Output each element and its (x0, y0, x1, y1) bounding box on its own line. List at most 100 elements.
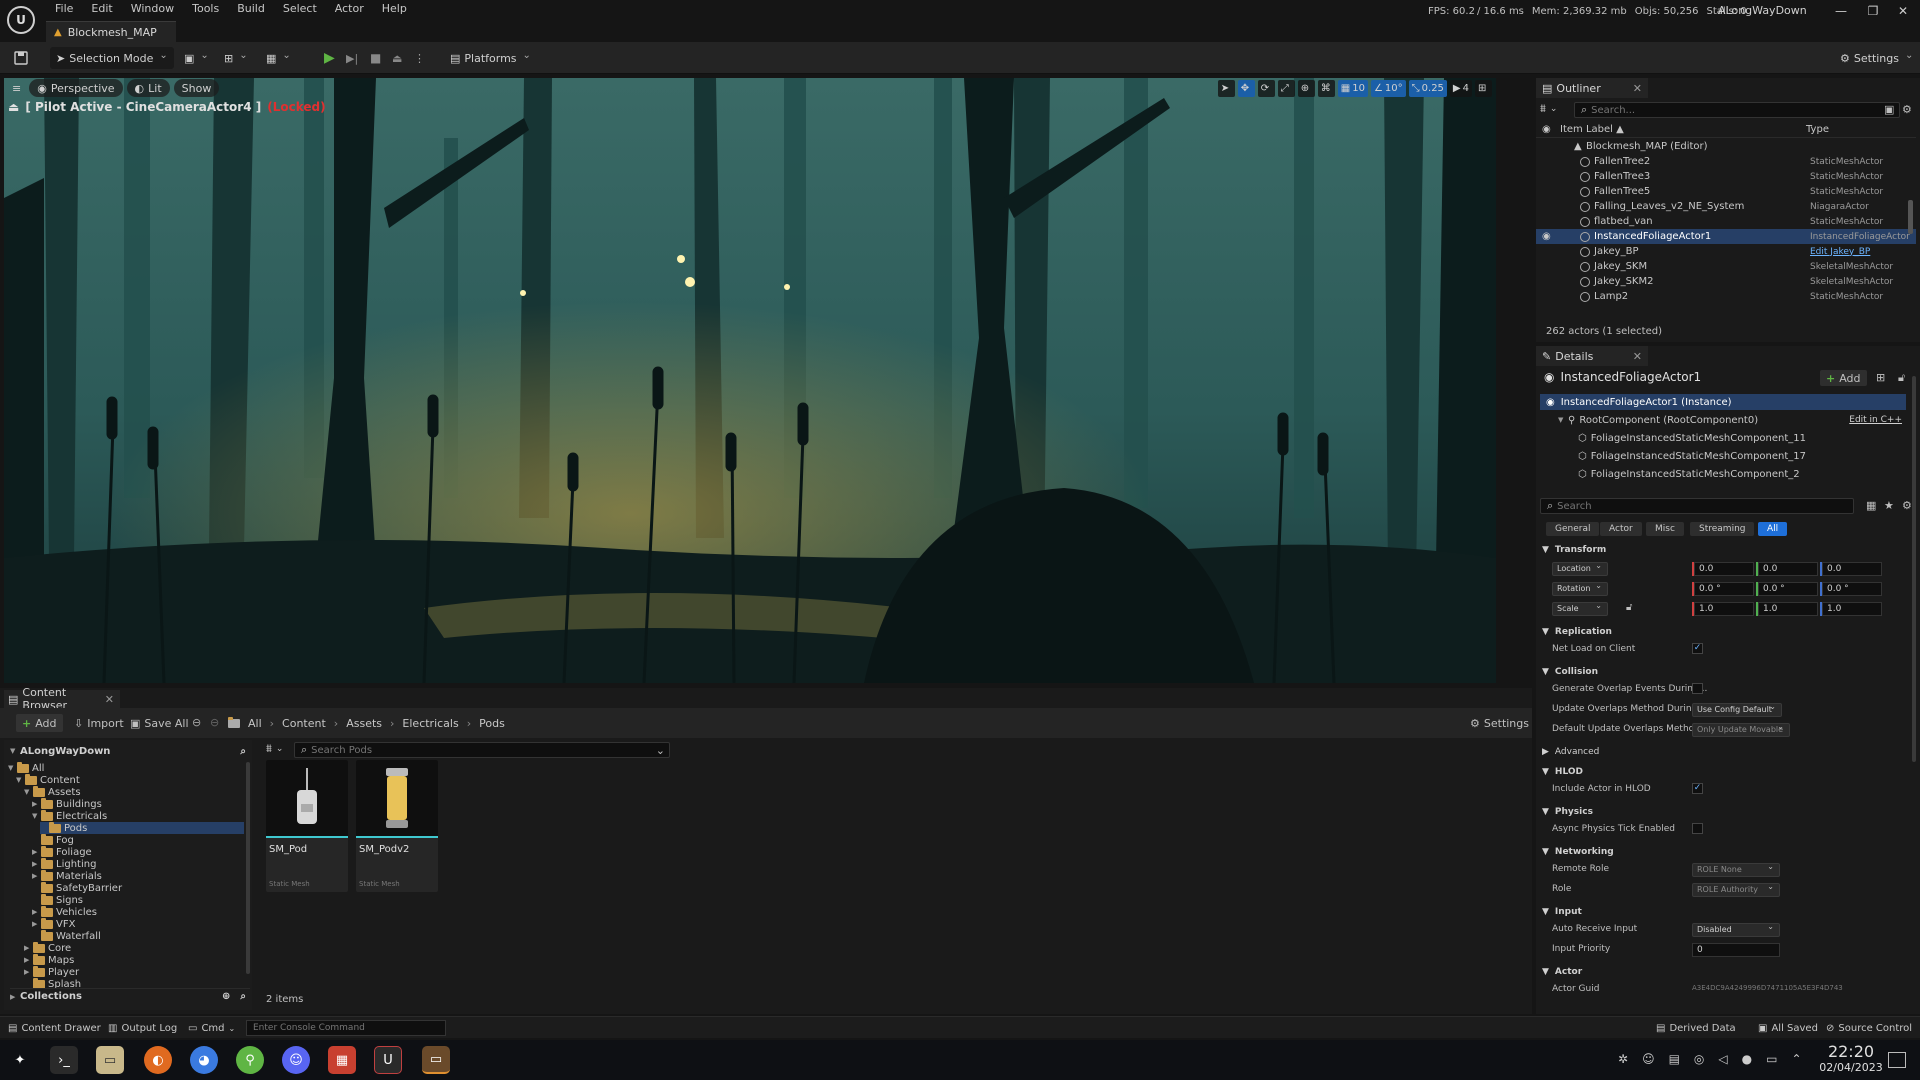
scale-z[interactable]: 1.0 (1822, 602, 1882, 616)
expand-icon[interactable]: ▼ (32, 812, 38, 820)
include-hlod-checkbox[interactable]: ✓ (1692, 783, 1703, 794)
role-dropdown[interactable]: ROLE Authority (1692, 881, 1780, 897)
section-advanced[interactable]: ▶ Advanced (1536, 744, 1906, 760)
filter-misc[interactable]: Misc (1646, 522, 1684, 536)
save-icon[interactable] (8, 47, 34, 69)
tree-item-core[interactable]: ▶ Core (24, 941, 71, 954)
scale-dropdown[interactable]: Scale (1552, 600, 1608, 616)
update-overlap-dropdown[interactable]: Use Config Default (1692, 701, 1782, 717)
camera-speed-button[interactable]: ▶ 4 (1449, 80, 1472, 97)
asset-search[interactable]: ⌕ ⌄ (294, 742, 670, 758)
rotate-tool-icon[interactable]: ⟳ (1257, 80, 1275, 97)
breadcrumb-pods[interactable]: Pods (479, 717, 505, 730)
save-all-button[interactable]: ▣ Save All (130, 714, 189, 732)
component-foliage-17[interactable]: ⬡ FoliageInstancedStaticMeshComponent_17 (1540, 448, 1906, 464)
discord-icon[interactable]: ☺ (282, 1046, 310, 1074)
details-search[interactable]: ⌕ (1540, 498, 1854, 514)
more-options-icon[interactable]: ⋮ (408, 47, 431, 69)
outliner-row[interactable]: Falling_Leaves_v2_NE_System NiagaraActor (1536, 199, 1916, 214)
lit-dropdown[interactable]: ◐ Lit (126, 79, 170, 97)
section-collision[interactable]: ▼ Collision (1536, 664, 1906, 680)
tree-item-maps[interactable]: ▶ Maps (24, 953, 74, 966)
maximize-viewport-icon[interactable]: ⊞ (1475, 80, 1492, 97)
expand-icon[interactable]: ▼ (16, 776, 22, 784)
platforms-dropdown[interactable]: ▤ Platforms (444, 47, 537, 69)
console-input[interactable] (246, 1020, 446, 1036)
output-log-button[interactable]: ▥ Output Log (108, 1020, 177, 1036)
outliner-row[interactable]: Jakey_SKM SkeletalMeshActor (1536, 259, 1916, 274)
location-dropdown[interactable]: Location (1552, 560, 1608, 576)
expand-icon[interactable]: ▶ (24, 944, 30, 952)
unreal-logo-icon[interactable]: U (7, 6, 35, 34)
grid-snap-toggle[interactable]: ▦ 10 (1337, 80, 1368, 97)
outliner-search[interactable]: ⌕ (1574, 102, 1900, 118)
tree-item-fog[interactable]: Fog (32, 833, 74, 846)
rotation-z[interactable]: 0.0 ° (1822, 582, 1882, 596)
tree-item-buildings[interactable]: ▶ Buildings (32, 797, 102, 810)
tree-item-pods[interactable]: Pods (40, 821, 244, 834)
outliner-scrollbar[interactable] (1908, 200, 1913, 234)
table-view-icon[interactable]: ▦ (1866, 499, 1876, 512)
level-viewport[interactable]: ≡ ◉ Perspective ◐ Lit Show ⏏ [ Pilot Activ… (4, 78, 1496, 683)
section-replication[interactable]: ▼ Replication (1536, 624, 1906, 640)
add-collection-icon[interactable]: ⊕ (222, 991, 230, 1002)
translate-tool-icon[interactable]: ✥ (1237, 80, 1255, 97)
viewport-menu-icon[interactable]: ≡ (8, 79, 25, 97)
scale-y[interactable]: 1.0 (1758, 602, 1818, 616)
menu-file[interactable]: File (46, 2, 82, 16)
eject-icon[interactable]: ⏏ (386, 47, 408, 69)
filter-all[interactable]: All (1758, 522, 1788, 536)
outliner-search-input[interactable] (1591, 104, 1872, 116)
add-component-button[interactable]: + Add (1820, 370, 1867, 386)
expand-icon[interactable]: ▶ (24, 968, 30, 976)
cinematics-icon[interactable]: ▦ (260, 47, 297, 69)
close-tab-icon[interactable]: ✕ (1633, 82, 1642, 95)
edit-cpp-link[interactable]: Edit in C++ (1849, 415, 1902, 425)
tree-item-lighting[interactable]: ▶ Lighting (32, 857, 96, 870)
tree-item-foliage[interactable]: ▶ Foliage (32, 845, 92, 858)
expand-icon[interactable]: ▶ (32, 800, 38, 808)
blueprint-icon[interactable]: ⊞ (1876, 371, 1885, 384)
menu-actor[interactable]: Actor (326, 2, 373, 16)
component-foliage-2[interactable]: ⬡ FoliageInstancedStaticMeshComponent_2 (1540, 466, 1906, 482)
clock[interactable]: 22:20 02/04/2023 (1806, 1043, 1896, 1075)
unreal-app-icon[interactable]: U (374, 1046, 402, 1074)
breadcrumb-assets[interactable]: Assets (346, 717, 382, 730)
rotation-snap-toggle[interactable]: ∠ 10° (1370, 80, 1406, 97)
expand-icon[interactable]: ▼ (8, 764, 14, 772)
star-icon[interactable]: ★ (1884, 499, 1894, 512)
async-physics-checkbox[interactable] (1692, 823, 1703, 834)
col-item-label[interactable]: Item Label ▲ (1560, 124, 1624, 135)
tree-scrollbar[interactable] (246, 762, 250, 974)
gear-icon[interactable]: ⚙ (1902, 499, 1912, 512)
play-icon[interactable]: ▶ (318, 47, 341, 69)
create-folder-icon[interactable]: ▣ (1884, 103, 1894, 116)
blueprint-icon[interactable]: ⊞ (218, 47, 254, 69)
menu-tools[interactable]: Tools (183, 2, 228, 16)
project-root[interactable]: ▼ ALongWayDown ⌕ (10, 744, 250, 758)
rotation-x[interactable]: 0.0 ° (1694, 582, 1754, 596)
details-scrollbar[interactable] (1912, 376, 1916, 762)
tray-settings-icon[interactable]: ✲ (1618, 1052, 1628, 1066)
scale-snap-toggle[interactable]: ⤡ 0.25 (1408, 80, 1447, 97)
close-button[interactable]: ✕ (1888, 2, 1918, 20)
notes-app-icon[interactable]: ▭ (422, 1046, 450, 1074)
expand-icon[interactable]: ▶ (32, 872, 38, 880)
location-z[interactable]: 0.0 (1822, 562, 1882, 576)
selection-mode-dropdown[interactable]: ➤ Selection Mode (50, 47, 174, 69)
add-button[interactable]: + Add (16, 714, 63, 732)
rotation-dropdown[interactable]: Rotation (1552, 580, 1608, 596)
tree-item-player[interactable]: ▶ Player (24, 965, 79, 978)
scale-tool-icon[interactable]: ⤢ (1277, 80, 1295, 97)
outliner-row[interactable]: Jakey_BP Edit Jakey_BP (1536, 244, 1916, 259)
scale-x[interactable]: 1.0 (1694, 602, 1754, 616)
outliner-row[interactable]: flatbed_van StaticMeshActor (1536, 214, 1916, 229)
lock-icon[interactable]: 🔓︎ (1898, 371, 1905, 385)
expand-icon[interactable]: ▼ (24, 788, 30, 796)
close-tab-icon[interactable]: ✕ (105, 693, 114, 706)
component-instance-row[interactable]: ◉ InstancedFoliageActor1 (Instance) (1540, 394, 1906, 410)
breadcrumb-content[interactable]: Content (282, 717, 326, 730)
col-type[interactable]: Type (1806, 124, 1829, 135)
tray-expand-icon[interactable]: ⌃ (1791, 1052, 1801, 1066)
tree-item-vfx[interactable]: ▶ VFX (32, 917, 75, 930)
